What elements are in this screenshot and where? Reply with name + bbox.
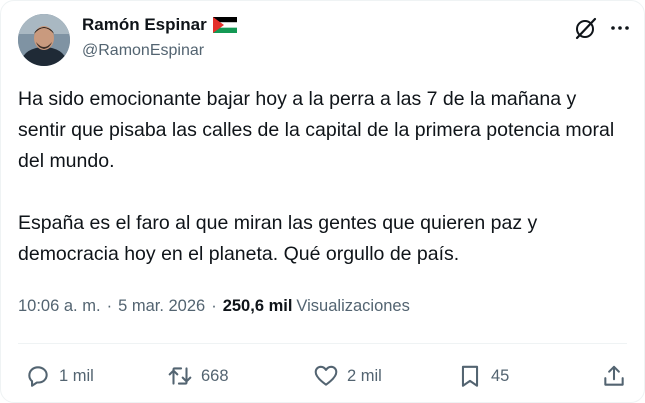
more-options-icon[interactable]: [607, 15, 633, 41]
author-name-row: Ramón Espinar: [82, 15, 237, 35]
share-button[interactable]: [601, 356, 627, 396]
divider: [18, 343, 627, 344]
reply-icon: [28, 366, 48, 387]
retweet-icon: [168, 367, 192, 385]
retweet-count: 668: [201, 366, 229, 385]
meta-separator: ·: [106, 297, 113, 315]
author-name[interactable]: Ramón Espinar: [82, 15, 207, 35]
reply-count: 1 mil: [59, 366, 94, 385]
meta-separator: ·: [211, 297, 217, 315]
heart-icon: [314, 365, 338, 386]
tweet-meta: 10:06 a. m. · 5 mar. 2026 · 250,6 mil Vi…: [18, 297, 410, 316]
tweet-date[interactable]: 5 mar. 2026: [118, 297, 205, 316]
tweet-time[interactable]: 10:06 a. m.: [18, 297, 101, 316]
reply-button[interactable]: 1 mil: [25, 356, 94, 396]
like-button[interactable]: 2 mil: [313, 356, 382, 396]
bookmark-icon: [461, 365, 479, 387]
share-icon: [604, 365, 624, 386]
tweet-text: Ha sido emocionante bajar hoy a la perra…: [18, 88, 615, 265]
bookmark-count: 45: [491, 366, 510, 385]
bookmark-button[interactable]: 45: [457, 356, 509, 396]
author-handle[interactable]: @RamonEspinar: [82, 42, 204, 60]
tweet-card: Ramón Espinar @RamonEspinar Ha sido emoc…: [0, 0, 645, 403]
palestine-flag-icon: [212, 17, 237, 33]
views-label: Visualizaciones: [296, 297, 410, 315]
retweet-button[interactable]: 668: [167, 356, 229, 396]
grok-icon[interactable]: [573, 15, 599, 41]
action-bar: 1 mil 668 2 mil 45: [1, 356, 645, 396]
views-count: 250,6 mil: [222, 297, 293, 315]
avatar[interactable]: [18, 14, 70, 66]
like-count: 2 mil: [347, 366, 382, 385]
